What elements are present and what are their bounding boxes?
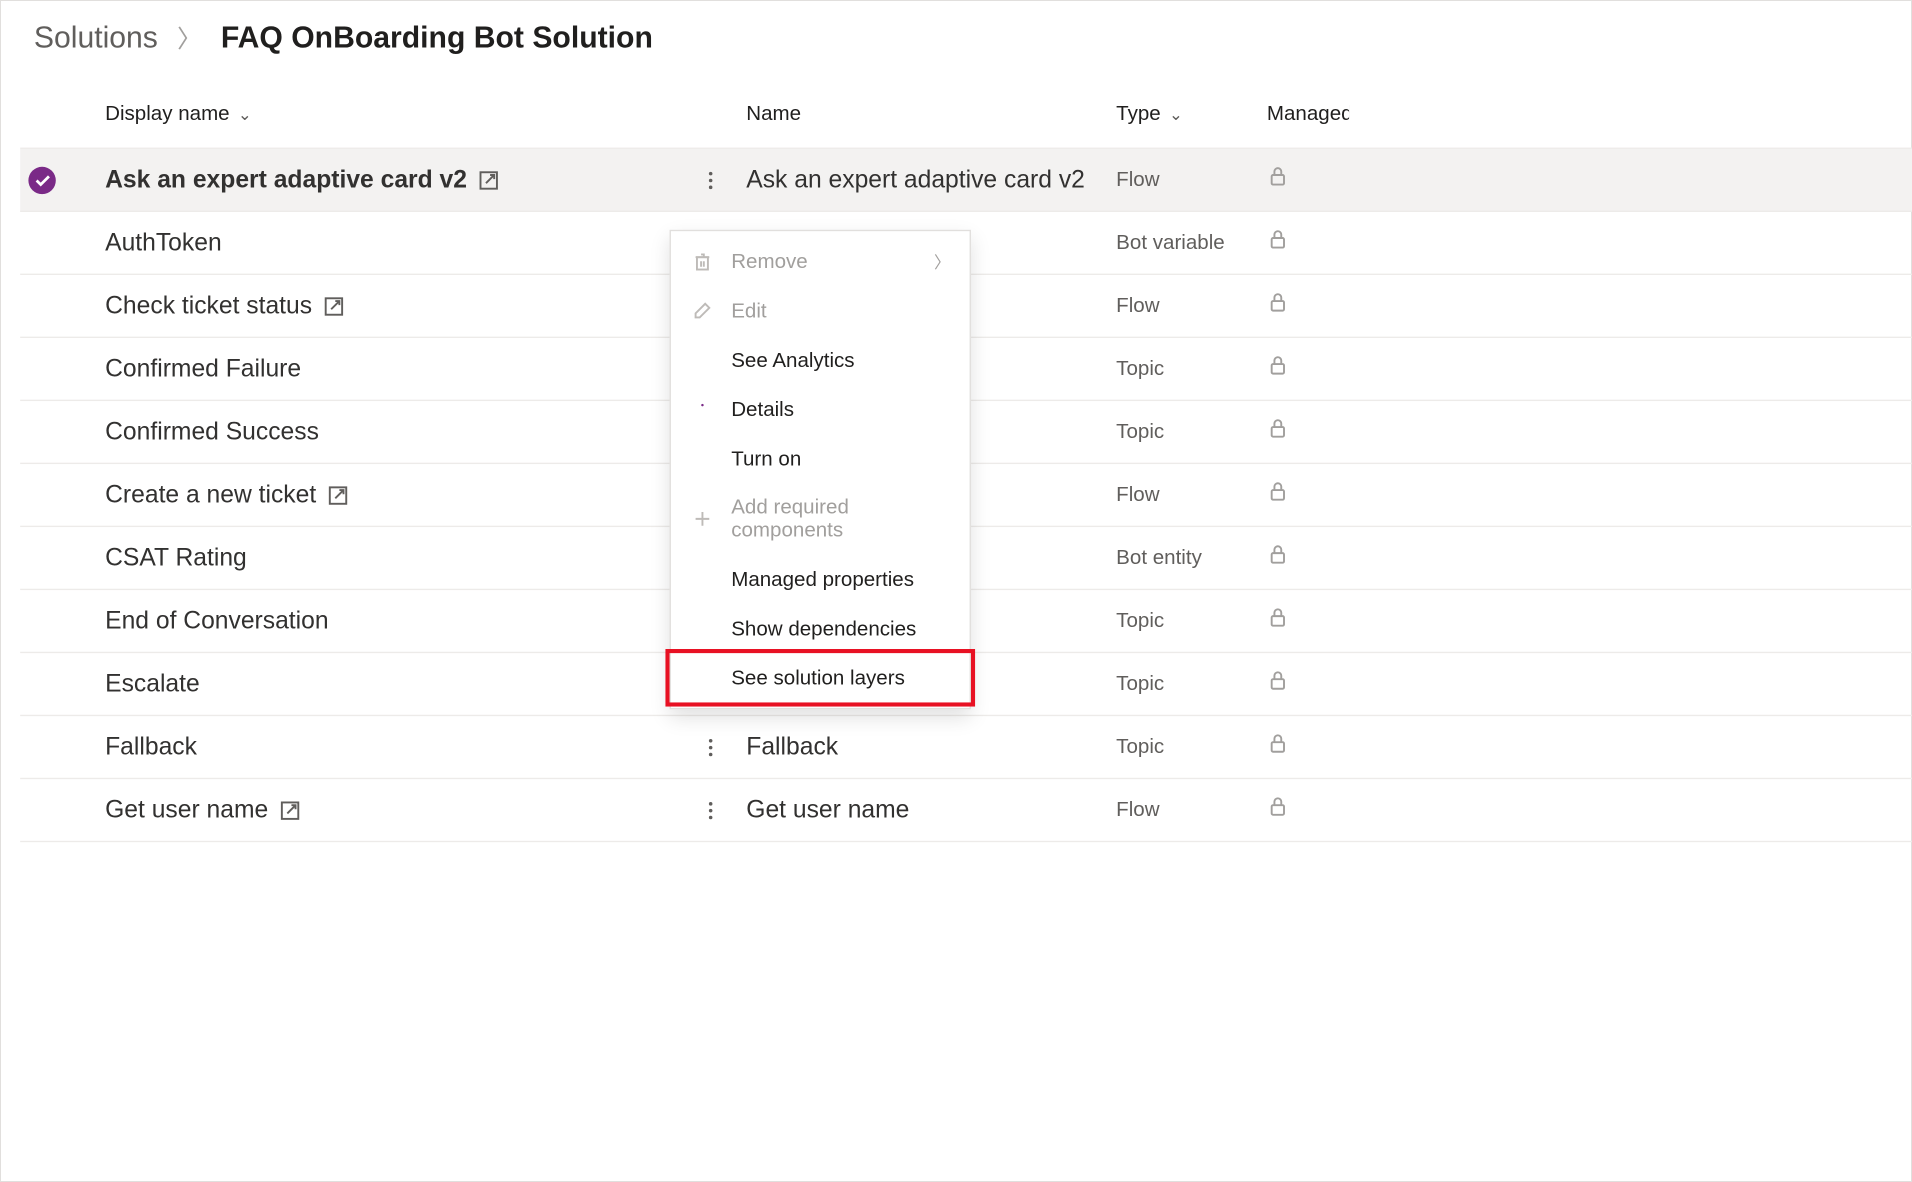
display-name-cell[interactable]: End of Conversation xyxy=(75,607,692,636)
menu-item-see-solution-layers[interactable]: See solution layers xyxy=(671,653,970,702)
power-icon xyxy=(690,446,715,471)
open-in-new-icon[interactable] xyxy=(279,799,301,821)
display-name-label: Escalate xyxy=(105,670,200,699)
menu-item-label: Edit xyxy=(731,299,950,322)
type-cell: Bot entity xyxy=(1116,546,1267,569)
lock-icon xyxy=(1267,607,1349,636)
display-name-cell[interactable]: Get user name xyxy=(75,796,692,825)
lock-icon xyxy=(1267,417,1349,446)
open-in-new-icon[interactable] xyxy=(327,484,349,506)
menu-item-label: Managed properties xyxy=(731,567,950,590)
lock-icon xyxy=(1267,228,1349,257)
type-cell: Topic xyxy=(1116,609,1267,632)
menu-item-managed-properties[interactable]: Managed properties xyxy=(671,554,970,603)
menu-item-see-analytics[interactable]: See Analytics xyxy=(671,335,970,384)
name-cell: Ask an expert adaptive card v2 xyxy=(746,165,1116,194)
breadcrumb-root[interactable]: Solutions xyxy=(34,20,158,56)
lock-icon xyxy=(1267,733,1349,762)
menu-item-label: See solution layers xyxy=(731,666,950,689)
display-name-label: Confirmed Success xyxy=(105,417,319,446)
display-name-label: AuthToken xyxy=(105,228,222,257)
breadcrumb-current: FAQ OnBoarding Bot Solution xyxy=(221,20,653,56)
chevron-right-icon: 〉 xyxy=(934,250,950,273)
name-cell: Fallback xyxy=(746,733,1116,762)
table-row[interactable]: Get user nameGet user nameFlow xyxy=(20,779,1912,842)
type-cell: Topic xyxy=(1116,420,1267,443)
column-header-type[interactable]: Type ⌄ xyxy=(1116,102,1267,125)
menu-item-turn-on[interactable]: Turn on xyxy=(671,434,970,483)
menu-item-remove: Remove 〉 xyxy=(671,237,970,286)
display-name-cell[interactable]: Check ticket status xyxy=(75,291,692,320)
display-name-label: Confirmed Failure xyxy=(105,354,301,383)
chevron-down-icon: ⌄ xyxy=(238,104,252,123)
more-actions-button[interactable] xyxy=(691,728,729,766)
display-name-cell[interactable]: Ask an expert adaptive card v2 xyxy=(75,165,692,194)
display-name-cell[interactable]: Confirmed Success xyxy=(75,417,692,446)
display-name-label: Fallback xyxy=(105,733,197,762)
type-cell: Topic xyxy=(1116,735,1267,758)
menu-item-label: See Analytics xyxy=(731,348,950,371)
more-actions-button[interactable] xyxy=(691,161,729,199)
chevron-down-icon: ⌄ xyxy=(1169,104,1183,123)
context-menu: Remove 〉 Edit See Analytics Details Turn on Ad… xyxy=(670,230,971,710)
display-name-label: Ask an expert adaptive card v2 xyxy=(105,165,467,194)
display-name-cell[interactable]: Escalate xyxy=(75,670,692,699)
menu-item-show-dependencies[interactable]: Show dependencies xyxy=(671,604,970,653)
name-cell: Get user name xyxy=(746,796,1116,825)
menu-item-label: Details xyxy=(731,398,950,421)
sitemap-icon xyxy=(690,616,715,641)
type-cell: Flow xyxy=(1116,483,1267,506)
type-cell: Bot variable xyxy=(1116,231,1267,254)
lock-icon xyxy=(1267,291,1349,320)
display-name-cell[interactable]: Confirmed Failure xyxy=(75,354,692,383)
type-cell: Flow xyxy=(1116,798,1267,821)
type-cell: Flow xyxy=(1116,168,1267,191)
column-header-name[interactable]: Name xyxy=(746,102,1116,125)
layers-icon xyxy=(690,665,715,690)
gear-icon xyxy=(690,567,715,592)
chevron-right-icon: 〉 xyxy=(177,20,202,56)
trash-icon xyxy=(690,249,715,274)
menu-item-add-required-components: Add required components xyxy=(671,483,970,554)
column-header-display-name[interactable]: Display name ⌄ xyxy=(75,102,692,125)
menu-item-edit: Edit xyxy=(671,286,970,335)
menu-item-label: Add required components xyxy=(731,496,950,543)
info-icon xyxy=(690,397,715,422)
display-name-label: End of Conversation xyxy=(105,607,328,636)
display-name-cell[interactable]: Create a new ticket xyxy=(75,481,692,510)
lock-icon xyxy=(1267,481,1349,510)
menu-item-label: Turn on xyxy=(731,447,950,470)
type-cell: Topic xyxy=(1116,672,1267,695)
display-name-label: CSAT Rating xyxy=(105,544,247,573)
table-row[interactable]: FallbackFallbackTopic xyxy=(20,716,1912,779)
analytics-icon xyxy=(690,348,715,373)
lock-icon xyxy=(1267,544,1349,573)
column-header-managed[interactable]: Managed… xyxy=(1267,102,1349,125)
type-cell: Flow xyxy=(1116,294,1267,317)
table-header: Display name ⌄ Name Type ⌄ Managed… xyxy=(20,86,1912,149)
edit-icon xyxy=(690,298,715,323)
table-row[interactable]: Ask an expert adaptive card v2 Ask an exp… xyxy=(20,149,1912,212)
display-name-label: Get user name xyxy=(105,796,268,825)
menu-item-details[interactable]: Details xyxy=(671,385,970,434)
type-cell: Topic xyxy=(1116,357,1267,380)
open-in-new-icon[interactable] xyxy=(478,169,500,191)
lock-icon xyxy=(1267,796,1349,825)
lock-icon xyxy=(1267,670,1349,699)
lock-icon xyxy=(1267,354,1349,383)
plus-icon xyxy=(690,507,715,532)
display-name-label: Check ticket status xyxy=(105,291,312,320)
selected-check-icon[interactable] xyxy=(28,166,55,193)
menu-item-label: Remove xyxy=(731,250,917,273)
open-in-new-icon[interactable] xyxy=(323,295,345,317)
lock-icon xyxy=(1267,165,1349,194)
display-name-cell[interactable]: CSAT Rating xyxy=(75,544,692,573)
display-name-cell[interactable]: Fallback xyxy=(75,733,692,762)
menu-item-label: Show dependencies xyxy=(731,617,950,640)
display-name-cell[interactable]: AuthToken xyxy=(75,228,692,257)
more-actions-button[interactable] xyxy=(691,791,729,829)
breadcrumb: Solutions 〉 FAQ OnBoarding Bot Solution xyxy=(1,1,1912,86)
display-name-label: Create a new ticket xyxy=(105,481,316,510)
